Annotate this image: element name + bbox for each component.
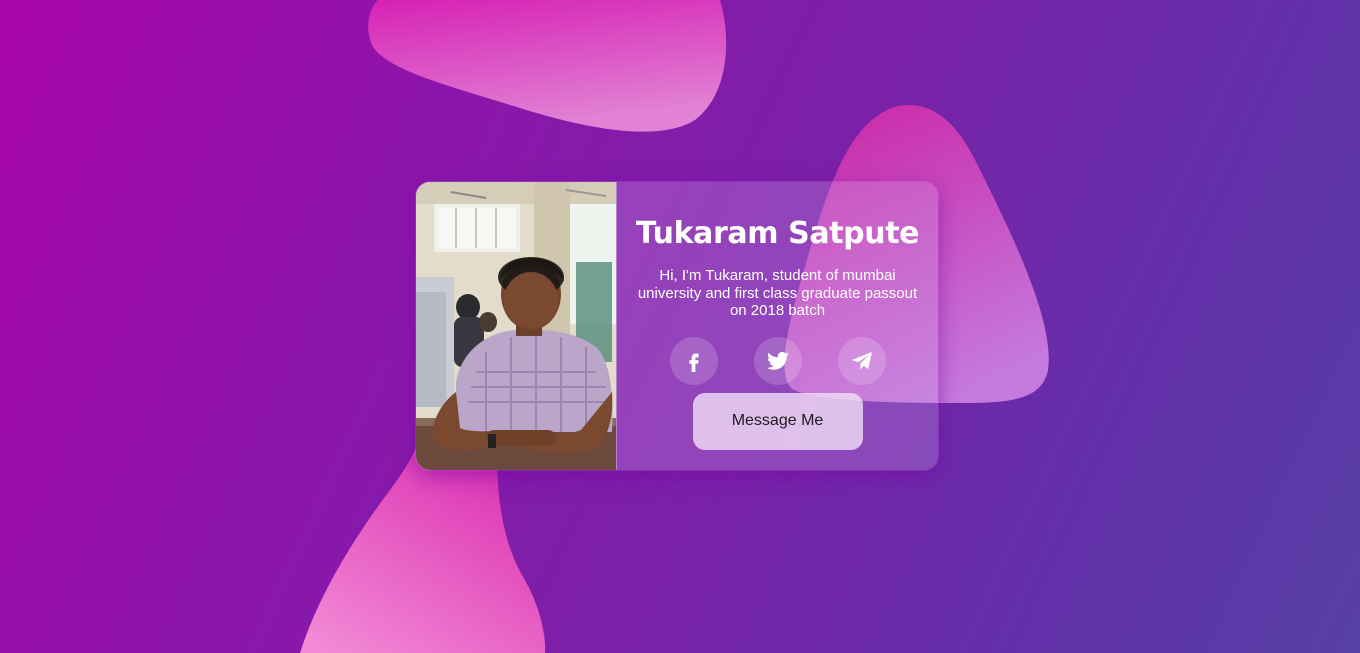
background-blob-top (360, 0, 740, 140)
social-links (617, 336, 938, 385)
profile-bio: Hi, I'm Tukaram, student of mumbai unive… (637, 267, 918, 319)
facebook-icon (688, 353, 699, 372)
profile-card: Tukaram Satpute Hi, I'm Tukaram, student… (416, 182, 938, 470)
profile-info-panel: Tukaram Satpute Hi, I'm Tukaram, student… (616, 182, 938, 470)
message-me-button[interactable]: Message Me (692, 392, 863, 450)
profile-name: Tukaram Satpute (635, 216, 920, 251)
twitter-button[interactable] (753, 336, 802, 385)
background-blob-bottom (290, 440, 560, 653)
facebook-button[interactable] (669, 336, 718, 385)
profile-photo (416, 182, 616, 470)
telegram-button[interactable] (837, 336, 886, 385)
telegram-icon (851, 351, 872, 369)
twitter-icon (766, 351, 789, 370)
